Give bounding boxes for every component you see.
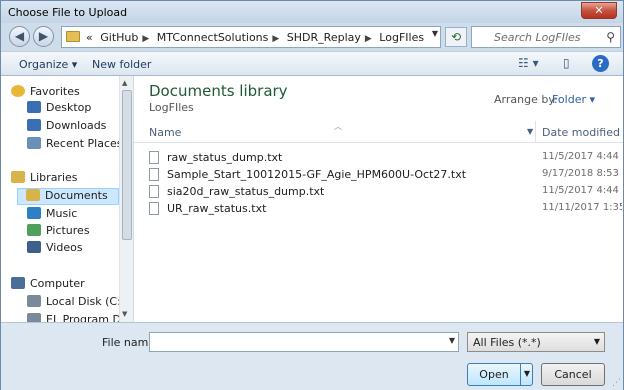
navigation-scrollbar[interactable]: ▲ ▼ bbox=[119, 76, 133, 322]
column-header-name[interactable]: Name bbox=[149, 126, 181, 139]
address-bar[interactable]: « GitHub ▶ MTConnectSolutions ▶ SHDR_Repla… bbox=[61, 26, 441, 48]
file-date: 11/5/2017 4:44 PM bbox=[542, 185, 622, 196]
nav-item-documents[interactable]: Documents bbox=[17, 188, 119, 205]
text-file-icon bbox=[149, 202, 159, 215]
recent-places-icon bbox=[27, 137, 41, 149]
column-header-row: ︿ Name ▼ Date modified bbox=[134, 121, 623, 143]
nav-item-local-disk[interactable]: Local Disk (C:) bbox=[27, 295, 125, 312]
folder-icon bbox=[66, 31, 80, 42]
window-title: Choose File to Upload bbox=[8, 6, 128, 19]
dialog-footer: File name: ▼ All Files (*.*) ▼ Open ▼ Ca… bbox=[1, 322, 623, 390]
file-name: raw_status_dump.txt bbox=[167, 151, 283, 164]
file-type-dropdown-icon: ▼ bbox=[593, 337, 600, 346]
resize-grip-icon[interactable]: ⋰ bbox=[612, 378, 621, 388]
forward-button[interactable]: ▶ bbox=[33, 26, 54, 47]
column-divider[interactable] bbox=[535, 121, 536, 143]
search-icon: ⚲ bbox=[606, 30, 615, 44]
navigation-pane: Favorites Desktop Downloads Recent Place… bbox=[1, 76, 133, 322]
nav-item-videos[interactable]: Videos bbox=[27, 241, 83, 258]
breadcrumb-logfiles[interactable]: LogFIles bbox=[379, 31, 424, 44]
file-dialog: Choose File to Upload ✕ ◀ ▶ « GitHub ▶ MT… bbox=[0, 0, 624, 390]
documents-icon bbox=[26, 189, 40, 201]
breadcrumb-shdr-replay[interactable]: SHDR_Replay bbox=[287, 31, 361, 44]
file-row[interactable]: UR_raw_status.txt 11/11/2017 1:35 PM bbox=[149, 200, 622, 217]
breadcrumb-separator-icon[interactable]: ▶ bbox=[272, 34, 279, 44]
desktop-icon bbox=[27, 101, 41, 113]
scroll-thumb[interactable] bbox=[122, 90, 132, 240]
breadcrumb-github[interactable]: GitHub bbox=[100, 31, 138, 44]
file-type-value: All Files (*.*) bbox=[473, 336, 541, 349]
nav-item-desktop[interactable]: Desktop bbox=[27, 101, 91, 118]
search-input[interactable]: Search LogFIles ⚲ bbox=[471, 26, 621, 48]
file-date: 11/11/2017 1:35 PM bbox=[542, 202, 622, 213]
open-options-icon[interactable]: ▼ bbox=[520, 363, 533, 386]
breadcrumb-overflow[interactable]: « bbox=[86, 31, 93, 44]
preview-pane-icon[interactable]: ▯ bbox=[563, 56, 570, 70]
nav-item-libraries[interactable]: Libraries bbox=[11, 171, 78, 188]
new-folder-button[interactable]: New folder bbox=[92, 58, 151, 71]
file-row[interactable]: raw_status_dump.txt 11/5/2017 4:44 PM bbox=[149, 149, 622, 166]
nav-item-favorites[interactable]: Favorites bbox=[11, 85, 80, 102]
column-dropdown-icon[interactable]: ▼ bbox=[527, 127, 533, 136]
nav-item-music[interactable]: Music bbox=[27, 207, 77, 224]
file-name-dropdown-icon[interactable]: ▼ bbox=[449, 336, 455, 345]
arrange-by-label: Arrange by: bbox=[494, 93, 558, 106]
nav-item-downloads[interactable]: Downloads bbox=[27, 119, 106, 136]
computer-icon bbox=[11, 277, 25, 289]
library-subtitle: LogFIles bbox=[149, 101, 194, 114]
disk-icon bbox=[27, 313, 41, 322]
text-file-icon bbox=[149, 168, 159, 181]
nav-item-computer[interactable]: Computer bbox=[11, 277, 85, 294]
text-file-icon bbox=[149, 185, 159, 198]
disk-icon bbox=[27, 295, 41, 307]
file-name-input[interactable]: ▼ bbox=[149, 332, 459, 352]
file-row[interactable]: Sample_Start_10012015-GF_Agie_HPM600U-Oc… bbox=[149, 166, 622, 183]
breadcrumb: « GitHub ▶ MTConnectSolutions ▶ SHDR_Repla… bbox=[86, 31, 428, 44]
library-title: Documents library bbox=[149, 82, 288, 100]
file-date: 11/5/2017 4:44 PM bbox=[542, 151, 622, 162]
view-options-icon[interactable]: ☷ ▾ bbox=[518, 56, 539, 70]
nav-item-recent-places[interactable]: Recent Places bbox=[27, 137, 123, 154]
address-row: ◀ ▶ « GitHub ▶ MTConnectSolutions ▶ SHDR_R… bbox=[1, 23, 623, 51]
scroll-down-icon[interactable]: ▼ bbox=[122, 310, 127, 318]
file-row[interactable]: sia20d_raw_status_dump.txt 11/5/2017 4:4… bbox=[149, 183, 622, 200]
help-icon[interactable]: ? bbox=[592, 55, 609, 72]
breadcrumb-separator-icon[interactable]: ▶ bbox=[365, 34, 372, 44]
search-placeholder: Search LogFIles bbox=[494, 31, 581, 44]
sort-ascending-icon: ︿ bbox=[334, 122, 342, 131]
command-bar: Organize ▾ New folder ☷ ▾ ▯ ? bbox=[1, 51, 623, 76]
file-type-select[interactable]: All Files (*.*) ▼ bbox=[467, 332, 605, 352]
arrange-by-dropdown[interactable]: Folder ▾ bbox=[552, 93, 595, 106]
file-name: Sample_Start_10012015-GF_Agie_HPM600U-Oc… bbox=[167, 168, 467, 181]
libraries-icon bbox=[11, 171, 25, 183]
text-file-icon bbox=[149, 151, 159, 164]
star-icon bbox=[11, 85, 25, 97]
refresh-button[interactable]: ⟲ bbox=[445, 27, 467, 47]
scroll-up-icon[interactable]: ▲ bbox=[122, 79, 127, 87]
organize-button[interactable]: Organize ▾ bbox=[19, 58, 77, 71]
file-date: 9/17/2018 8:53 AM bbox=[542, 168, 622, 179]
music-icon bbox=[27, 207, 41, 219]
cancel-button[interactable]: Cancel bbox=[541, 363, 605, 386]
breadcrumb-mtconnectsolutions[interactable]: MTConnectSolutions bbox=[157, 31, 269, 44]
file-name: UR_raw_status.txt bbox=[167, 202, 267, 215]
videos-icon bbox=[27, 241, 41, 253]
nav-item-el-program-data[interactable]: EL Program Data bbox=[27, 313, 132, 322]
pictures-icon bbox=[27, 224, 41, 236]
file-list-pane: Documents library LogFIles Arrange by: F… bbox=[134, 76, 623, 322]
back-button[interactable]: ◀ bbox=[9, 26, 30, 47]
breadcrumb-separator-icon[interactable]: ▶ bbox=[142, 34, 149, 44]
address-dropdown-icon[interactable]: ▼ bbox=[432, 29, 438, 38]
downloads-icon bbox=[27, 119, 41, 131]
nav-item-pictures[interactable]: Pictures bbox=[27, 224, 90, 241]
close-button[interactable]: ✕ bbox=[581, 2, 617, 19]
title-bar: Choose File to Upload ✕ bbox=[1, 1, 623, 23]
column-header-date-modified[interactable]: Date modified bbox=[542, 126, 620, 139]
file-name: sia20d_raw_status_dump.txt bbox=[167, 185, 325, 198]
